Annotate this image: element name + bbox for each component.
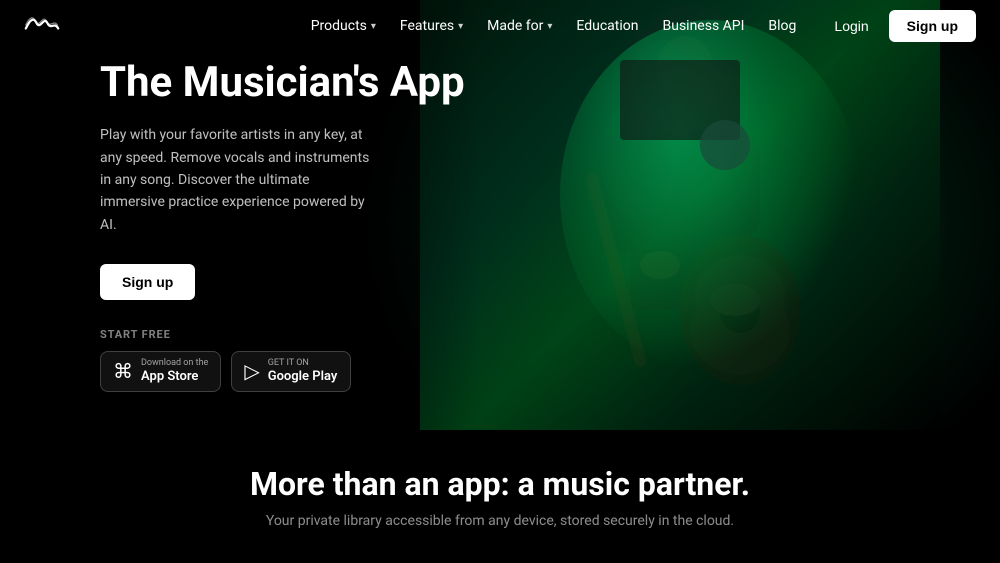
nav-made-for[interactable]: Made for ▾ — [477, 12, 562, 40]
bottom-section: More than an app: a music partner. Your … — [0, 430, 1000, 563]
bottom-subtitle: Your private library accessible from any… — [266, 513, 734, 529]
nav-links: Products ▾ Features ▾ Made for ▾ Educati… — [301, 12, 807, 40]
bottom-title: More than an app: a music partner. — [250, 465, 750, 503]
nav-business-api[interactable]: Business API — [653, 12, 755, 40]
chevron-down-icon: ▾ — [547, 21, 552, 32]
store-badges: ⌘ Download on the App Store ▷ GET IT ON … — [100, 351, 465, 391]
nav-blog[interactable]: Blog — [758, 12, 806, 40]
nav-features[interactable]: Features ▾ — [390, 12, 473, 40]
nav-products[interactable]: Products ▾ — [301, 12, 386, 40]
nav-actions: Login Sign up — [822, 10, 976, 42]
app-store-sub: Download on the — [141, 358, 208, 369]
google-play-name: Google Play — [268, 369, 338, 385]
hero-person-image — [420, 0, 940, 430]
google-play-sub: GET IT ON — [268, 358, 338, 369]
login-button[interactable]: Login — [822, 12, 880, 40]
signup-nav-button[interactable]: Sign up — [889, 10, 976, 42]
hero-content: The Musician's App Play with your favori… — [0, 0, 465, 392]
nav-education[interactable]: Education — [566, 12, 648, 40]
signup-hero-button[interactable]: Sign up — [100, 264, 195, 300]
logo[interactable] — [24, 12, 60, 40]
apple-icon: ⌘ — [113, 361, 133, 381]
navbar: Products ▾ Features ▾ Made for ▾ Educati… — [0, 0, 1000, 52]
hero-description: Play with your favorite artists in any k… — [100, 124, 370, 236]
hero-title: The Musician's App — [100, 60, 465, 106]
app-store-badge[interactable]: ⌘ Download on the App Store — [100, 351, 221, 391]
hero-section: The Musician's App Play with your favori… — [0, 0, 1000, 430]
start-free-label: START FREE — [100, 328, 465, 341]
app-store-name: App Store — [141, 369, 208, 385]
google-play-icon: ▷ — [244, 361, 259, 381]
google-play-badge[interactable]: ▷ GET IT ON Google Play — [231, 351, 351, 391]
chevron-down-icon: ▾ — [371, 21, 376, 32]
chevron-down-icon: ▾ — [458, 21, 463, 32]
